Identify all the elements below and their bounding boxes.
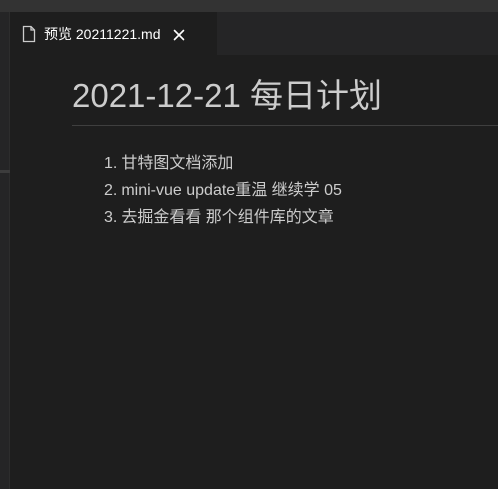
side-panel-edge (0, 12, 10, 489)
tab-label: 预览 20211221.md (44, 25, 161, 42)
list-item-number: 3. (104, 209, 118, 226)
plan-list: 1. 甘特图文档添加 2. mini-vue update重温 继续学 05 3. 去… (104, 150, 342, 231)
panel-divider (0, 170, 10, 173)
page-title: 2021-12-21 每日计划 (72, 77, 382, 114)
file-icon (22, 25, 36, 43)
preview-content: 2021-12-21 每日计划 1. 甘特图文档添加 2. mini-vue upd… (10, 55, 498, 489)
list-item: 2. mini-vue update重温 继续学 05 (104, 177, 342, 204)
list-item-text: 甘特图文档添加 (121, 155, 234, 172)
list-item-number: 1. (104, 155, 118, 172)
list-item: 3. 去掘金看看 那个组件库的文章 (104, 204, 342, 231)
list-item-number: 2. (104, 182, 118, 199)
markdown-preview-window: 预览 20211221.md 2021-12-21 每日计划 1. 甘特图文档添加… (0, 0, 498, 489)
editor-tab-bar: 预览 20211221.md (10, 12, 498, 55)
title-bar-strip (0, 0, 498, 12)
list-item: 1. 甘特图文档添加 (104, 150, 342, 177)
close-icon[interactable] (172, 27, 186, 41)
list-item-text: 去掘金看看 那个组件库的文章 (121, 209, 334, 226)
list-item-text: mini-vue update重温 继续学 05 (121, 182, 342, 199)
tab-preview-20211221[interactable]: 预览 20211221.md (10, 12, 217, 55)
heading-divider (72, 125, 498, 126)
